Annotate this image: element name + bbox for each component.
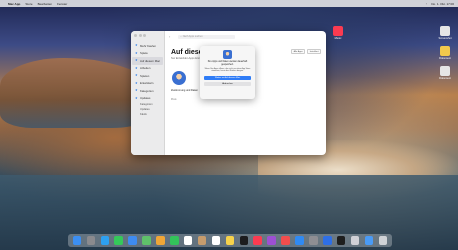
desktop-icon-music[interactable]: Music xyxy=(327,26,349,40)
document-icon xyxy=(440,66,450,76)
tv-icon[interactable] xyxy=(239,236,249,245)
permission-dialog: Ihre Apps und Daten werden dauerhaft ges… xyxy=(200,46,255,99)
music-icon[interactable] xyxy=(253,236,262,245)
sidebar-item[interactable]: ★ Arbeiten xyxy=(132,65,163,73)
desktop-icon-document-2[interactable]: Dokument xyxy=(434,66,456,80)
document-icon xyxy=(440,46,450,56)
star-icon: ★ xyxy=(135,50,138,55)
window-controls xyxy=(134,34,146,37)
podcasts-icon[interactable] xyxy=(267,236,276,245)
star-icon: ★ xyxy=(135,65,138,70)
dialog-message: Ihre Apps und Daten werden dauerhaft ges… xyxy=(207,61,248,66)
sidebar-item-label: Spielen xyxy=(140,73,150,78)
sidebar-item[interactable]: ★ Entwickeln xyxy=(132,80,163,88)
xcode-icon[interactable] xyxy=(323,236,332,245)
menu-item-window[interactable]: Fenster xyxy=(57,2,67,6)
notes-icon[interactable] xyxy=(225,236,235,245)
menu-app-name[interactable]: Mac App xyxy=(8,2,20,6)
installed-button[interactable]: Installiert xyxy=(307,49,321,54)
news-icon[interactable] xyxy=(281,236,290,245)
appstore-icon[interactable] xyxy=(295,236,304,245)
reminders-icon[interactable] xyxy=(211,236,221,245)
all-apps-button[interactable]: Alle Apps xyxy=(291,49,306,54)
menu-item-store[interactable]: Store xyxy=(25,2,32,6)
launchpad-icon[interactable] xyxy=(86,236,96,245)
app-extra: Preis xyxy=(171,98,177,101)
sidebar: ★ Mehr Kaufen ★ Spiele ★ Auf diesem Mac ★ Arbei… xyxy=(131,31,165,155)
settings-icon[interactable] xyxy=(309,236,318,245)
desktop-icon-document[interactable]: Dokument xyxy=(434,46,456,60)
sidebar-item-label: Arbeiten xyxy=(140,66,151,71)
terminal-icon[interactable] xyxy=(336,236,346,245)
dialog-note: Wenn Sie Apps öffnen, die nicht aus dem … xyxy=(204,67,251,73)
app-avatar-icon xyxy=(223,50,232,59)
maps-icon[interactable] xyxy=(142,236,151,245)
sidebar-item-label: Spiele xyxy=(140,51,148,56)
star-icon: ★ xyxy=(135,88,138,93)
messages-icon[interactable] xyxy=(114,236,123,245)
sidebar-item[interactable]: ★ Updates xyxy=(132,95,163,103)
close-button[interactable] xyxy=(134,34,137,37)
star-icon: ★ xyxy=(135,95,138,100)
music-icon xyxy=(333,26,343,36)
sidebar-item-label: Kategorien xyxy=(140,88,154,93)
mail-icon[interactable] xyxy=(128,236,137,245)
star-icon: ★ xyxy=(135,58,138,63)
sidebar-item[interactable]: ★ Kategorien xyxy=(132,87,163,95)
preview-icon[interactable] xyxy=(350,236,360,245)
sidebar-item[interactable]: ★ Spiele xyxy=(132,50,163,58)
star-icon: ★ xyxy=(135,80,138,85)
minimize-button[interactable] xyxy=(138,34,142,37)
desktop: Mac App Store Bearbeiten Fenster ◔ Do. 1… xyxy=(0,0,458,250)
view-options: Alle Apps Installiert xyxy=(291,49,321,54)
clock[interactable]: Do. 1. Okt. 17:00 xyxy=(431,2,454,6)
menu-bar: Mac App Store Bearbeiten Fenster ◔ Do. 1… xyxy=(0,0,458,7)
wifi-icon[interactable]: ◔ xyxy=(426,2,428,6)
dialog-cancel-button[interactable]: Abbrechen xyxy=(204,81,251,87)
search-icon: ⌕ xyxy=(180,35,182,38)
app-avatar-icon[interactable] xyxy=(172,71,186,85)
sidebar-item[interactable]: ★ Spielen xyxy=(132,72,163,80)
zoom-button[interactable] xyxy=(143,34,146,37)
sidebar-item-label: Entwickeln xyxy=(140,81,154,86)
search-input[interactable]: ⌕ Nach Apps suchen xyxy=(178,34,236,39)
photos-icon[interactable] xyxy=(156,236,165,245)
sidebar-item[interactable]: ★ Auf diesem Mac xyxy=(132,57,163,65)
finder-icon[interactable] xyxy=(72,236,82,245)
sidebar-items: ★ Mehr Kaufen ★ Spiele ★ Auf diesem Mac ★ Arbei… xyxy=(132,42,163,117)
screenshot-icon xyxy=(440,26,450,36)
star-icon: ★ xyxy=(135,73,138,78)
dialog-primary-button[interactable]: Weiter zu Auf diesem Mac xyxy=(204,75,251,81)
sidebar-item-label: Mehr Kaufen xyxy=(140,43,157,48)
safari-icon[interactable] xyxy=(100,236,110,245)
trash-icon[interactable] xyxy=(378,236,388,245)
downloads-icon[interactable] xyxy=(364,236,374,245)
desktop-icon-screenshot[interactable]: Screenshot xyxy=(434,26,456,40)
sidebar-subitem[interactable]: Käufe xyxy=(132,112,163,117)
menu-item-edit[interactable]: Bearbeiten xyxy=(38,2,53,6)
back-arrow-icon[interactable]: ‹ xyxy=(169,34,170,39)
facetime-icon[interactable] xyxy=(170,236,179,245)
sidebar-item-label: Auf diesem Mac xyxy=(140,58,161,63)
sidebar-item[interactable]: ★ Mehr Kaufen xyxy=(132,42,163,50)
sidebar-item-label: Updates xyxy=(140,96,151,101)
calendar-icon[interactable] xyxy=(183,236,193,245)
star-icon: ★ xyxy=(135,43,138,48)
toolbar: ‹ ⌕ Nach Apps suchen xyxy=(165,31,326,42)
dock xyxy=(68,234,392,247)
contacts-icon[interactable] xyxy=(197,236,207,245)
